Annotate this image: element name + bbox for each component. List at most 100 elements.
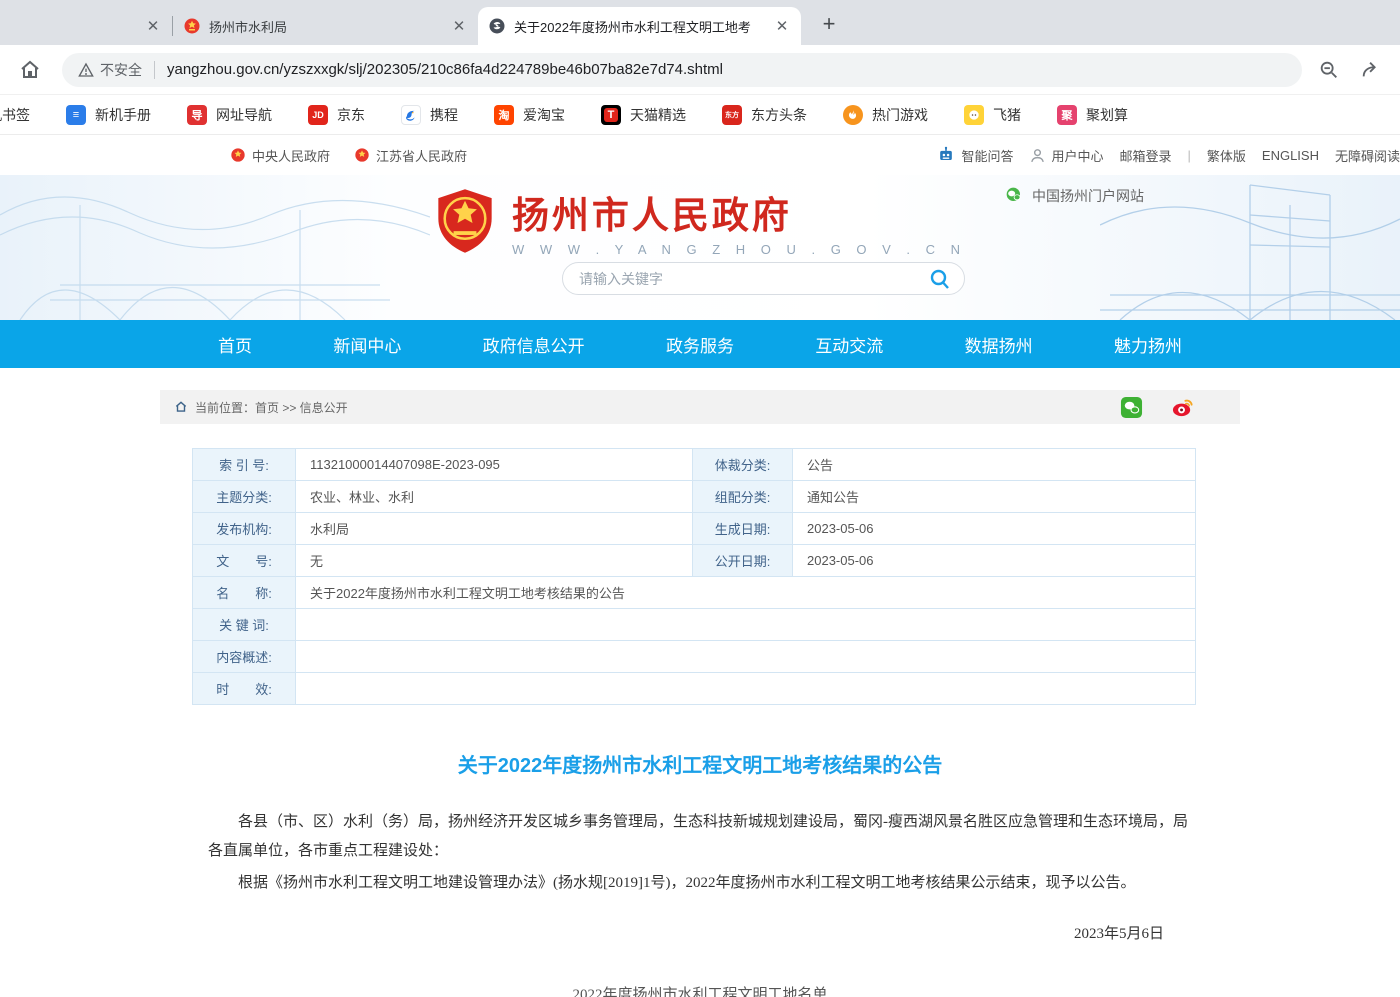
article-paragraph: 根据《扬州市水利工程文明工地建设管理办法》(扬水规[2019]1号)，2022年… bbox=[208, 869, 1192, 898]
bookmark-dongfang-toutiao[interactable]: 东方 东方头条 bbox=[722, 105, 807, 125]
english-link[interactable]: ENGLISH bbox=[1262, 148, 1319, 163]
search-icon[interactable] bbox=[928, 267, 952, 291]
nav-charm-yangzhou[interactable]: 魅力扬州 bbox=[1114, 332, 1182, 357]
gov-link-label: 中央人民政府 bbox=[252, 146, 330, 165]
table-row: 名 称: 关于2022年度扬州市水利工程文明工地考核结果的公告 bbox=[193, 577, 1196, 609]
meta-value-created-date: 2023-05-06 bbox=[793, 513, 1196, 545]
share-wechat-icon[interactable] bbox=[1120, 396, 1143, 419]
meta-value-validity bbox=[296, 673, 1196, 705]
home-icon[interactable] bbox=[18, 58, 42, 82]
article-body: 关于2022年度扬州市水利工程文明工地考核结果的公告 各县（市、区）水利（务）局… bbox=[160, 749, 1240, 997]
robot-icon bbox=[936, 145, 956, 165]
gov-emblem-icon bbox=[230, 147, 246, 163]
bookmark-label: 聚划算 bbox=[1086, 105, 1128, 125]
utility-separator: | bbox=[1188, 148, 1191, 163]
bookmark-aitaobao[interactable]: 淘 爱淘宝 bbox=[494, 105, 565, 125]
smart-qa-label: 智能问答 bbox=[961, 146, 1013, 165]
tab-close-icon[interactable]: ✕ bbox=[773, 17, 791, 35]
nav-news-center[interactable]: 新闻中心 bbox=[333, 332, 401, 357]
meta-label: 体裁分类: bbox=[693, 449, 793, 481]
tab-title: 扬州市水利局 bbox=[209, 17, 442, 36]
manual-book-icon: ≡ bbox=[66, 105, 86, 125]
hot-games-icon bbox=[843, 105, 863, 125]
bookmark-juhuasuan[interactable]: 聚 聚划算 bbox=[1057, 105, 1128, 125]
traditional-chinese-link[interactable]: 繁体版 bbox=[1207, 146, 1246, 165]
bookmark-label: 爱淘宝 bbox=[523, 105, 565, 125]
site-url: W W W . Y A N G Z H O U . G O V . C N bbox=[512, 242, 966, 257]
bookmark-label: 天猫精选 bbox=[630, 105, 686, 125]
bookmark-fliggy[interactable]: 飞猪 bbox=[964, 105, 1021, 125]
tab-close-icon[interactable]: ✕ bbox=[144, 17, 162, 35]
tmall-icon: T bbox=[601, 105, 621, 125]
url-field[interactable]: 不安全 yangzhou.gov.cn/yzszxxgk/slj/202305/… bbox=[62, 53, 1302, 87]
bookmark-hot-games[interactable]: 热门游戏 bbox=[843, 105, 928, 125]
jd-icon: JD bbox=[308, 105, 328, 125]
article-paragraph: 各县（市、区）水利（务）局，扬州经济开发区城乡事务管理局，生态科技新城规划建设局… bbox=[208, 808, 1192, 865]
meta-label: 发布机构: bbox=[193, 513, 296, 545]
bookmark-label: 携程 bbox=[430, 105, 458, 125]
bookmark-ctrip[interactable]: 携程 bbox=[401, 105, 458, 125]
table-row: 主题分类: 农业、林业、水利 组配分类: 通知公告 bbox=[193, 481, 1196, 513]
meta-value-topic: 农业、林业、水利 bbox=[296, 481, 693, 513]
nav-data-yangzhou[interactable]: 数据扬州 bbox=[965, 332, 1033, 357]
tab-partial[interactable]: ✕ bbox=[0, 7, 172, 45]
user-icon bbox=[1029, 147, 1046, 164]
link-jiangsu-government[interactable]: 江苏省人民政府 bbox=[354, 146, 467, 165]
bookmark-tmall[interactable]: T 天猫精选 bbox=[601, 105, 686, 125]
bookmark-new-device-manual[interactable]: ≡ 新机手册 bbox=[66, 105, 151, 125]
bookmark-label: 东方头条 bbox=[751, 105, 807, 125]
meta-label: 文 号: bbox=[193, 545, 296, 577]
share-icon[interactable] bbox=[1360, 59, 1382, 81]
tab-yangzhou-water-bureau[interactable]: 扬州市水利局 ✕ bbox=[173, 7, 478, 45]
meta-label: 组配分类: bbox=[693, 481, 793, 513]
nav-gov-services[interactable]: 政务服务 bbox=[666, 332, 734, 357]
share-weibo-icon[interactable] bbox=[1171, 396, 1194, 419]
tab-announcement-active[interactable]: 关于2022年度扬州市水利工程文明工地考 ✕ bbox=[478, 7, 801, 45]
nav-interaction[interactable]: 互动交流 bbox=[815, 332, 883, 357]
user-center-link[interactable]: 用户中心 bbox=[1029, 146, 1103, 165]
smart-qa-link[interactable]: 智能问答 bbox=[936, 145, 1013, 165]
breadcrumb-bar: 当前位置：首页 >> 信息公开 bbox=[160, 390, 1240, 424]
document-meta-table: 索 引 号: 11321000014407098E-2023-095 体裁分类:… bbox=[192, 448, 1196, 705]
nav-gov-info-disclosure[interactable]: 政府信息公开 bbox=[483, 332, 585, 357]
breadcrumb: 当前位置：首页 >> 信息公开 bbox=[195, 399, 348, 416]
link-central-government[interactable]: 中央人民政府 bbox=[230, 146, 330, 165]
bookmark-mobile-bookmarks[interactable]: 机书签 bbox=[0, 105, 30, 125]
table-row: 内容概述: bbox=[193, 641, 1196, 673]
site-search-box bbox=[562, 262, 965, 295]
meta-value-summary bbox=[296, 641, 1196, 673]
site-utility-bar: 中央人民政府 江苏省人民政府 智能问答 bbox=[0, 135, 1400, 175]
nav-home[interactable]: 首页 bbox=[218, 332, 252, 357]
dongfang-icon: 东方 bbox=[722, 105, 742, 125]
main-navigation: 首页 新闻中心 政府信息公开 政务服务 互动交流 数据扬州 魅力扬州 bbox=[0, 320, 1400, 368]
site-nav-icon: 导 bbox=[187, 105, 207, 125]
accessibility-link[interactable]: 无障碍阅读 bbox=[1335, 146, 1400, 165]
zoom-out-icon[interactable] bbox=[1318, 59, 1340, 81]
portal-tag[interactable]: 中国扬州门户网站 bbox=[1005, 186, 1144, 206]
search-input[interactable] bbox=[579, 271, 928, 287]
tab-close-icon[interactable]: ✕ bbox=[450, 17, 468, 35]
article-title: 关于2022年度扬州市水利工程文明工地考核结果的公告 bbox=[208, 749, 1192, 778]
meta-label: 关 键 词: bbox=[193, 609, 296, 641]
meta-value-publisher: 水利局 bbox=[296, 513, 693, 545]
breadcrumb-home-icon[interactable] bbox=[174, 400, 188, 414]
bookmark-jd[interactable]: JD 京东 bbox=[308, 105, 365, 125]
meta-value-genre: 公告 bbox=[793, 449, 1196, 481]
bookmark-label: 京东 bbox=[337, 105, 365, 125]
meta-value-index-number: 11321000014407098E-2023-095 bbox=[296, 449, 693, 481]
browser-tab-bar: ✕ 扬州市水利局 ✕ 关于2022年度扬州市水利工程文明工地考 ✕ + bbox=[0, 0, 1400, 45]
bookmark-site-navigation[interactable]: 导 网址导航 bbox=[187, 105, 272, 125]
table-row: 文 号: 无 公开日期: 2023-05-06 bbox=[193, 545, 1196, 577]
gov-emblem-favicon bbox=[183, 17, 201, 35]
mail-login-link[interactable]: 邮箱登录 bbox=[1119, 146, 1171, 165]
url-text: yangzhou.gov.cn/yzszxxgk/slj/202305/210c… bbox=[167, 61, 723, 78]
new-tab-button[interactable]: + bbox=[815, 10, 843, 38]
table-row: 索 引 号: 11321000014407098E-2023-095 体裁分类:… bbox=[193, 449, 1196, 481]
site-banner: 扬州市人民政府 W W W . Y A N G Z H O U . G O V … bbox=[0, 175, 1400, 320]
meta-label: 主题分类: bbox=[193, 481, 296, 513]
security-label: 不安全 bbox=[100, 60, 142, 80]
bookmark-label: 机书签 bbox=[0, 105, 30, 125]
meta-value-group: 通知公告 bbox=[793, 481, 1196, 513]
gov-emblem-icon bbox=[354, 147, 370, 163]
not-secure-warning-icon bbox=[78, 62, 94, 78]
